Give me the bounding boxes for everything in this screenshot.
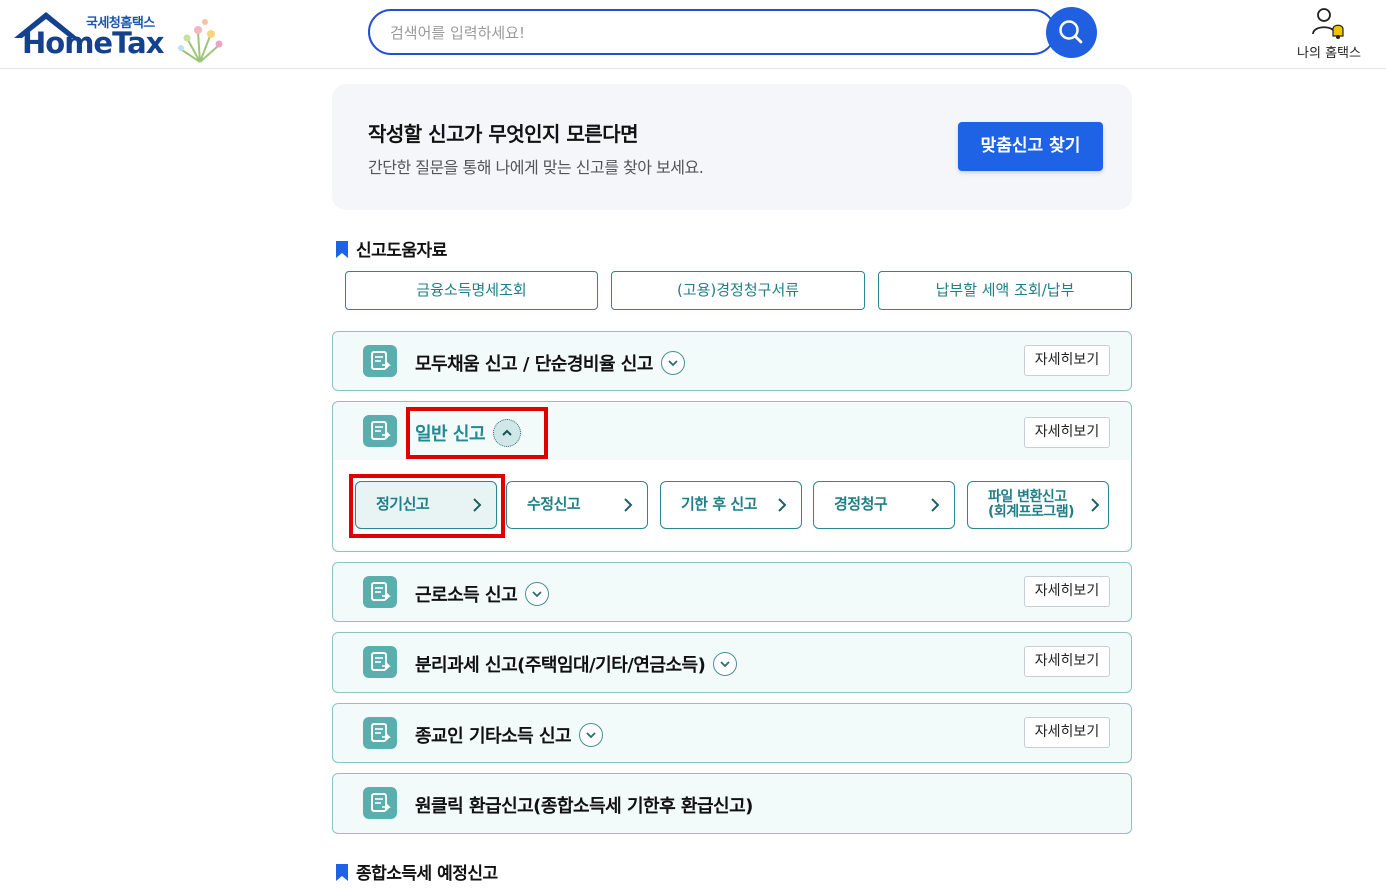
detail-view-button[interactable]: 자세히보기 — [1024, 717, 1110, 748]
card-title-text: 모두채움 신고 / 단순경비율 신고 — [415, 354, 653, 375]
late-report-label: 기한 후 신고 — [681, 495, 757, 513]
amended-report-label: 수정신고 — [527, 495, 581, 513]
expand-toggle-button[interactable] — [713, 652, 738, 676]
bookmark-icon — [336, 241, 348, 258]
correction-claim-button[interactable]: 경정청구 — [813, 481, 955, 529]
detail-view-button[interactable]: 자세히보기 — [1024, 345, 1110, 376]
card-header: 근로소득 신고 자세히보기 — [333, 563, 1130, 621]
regular-report-button[interactable]: 정기신고 — [355, 481, 497, 529]
financial-income-inquiry-button[interactable]: 금융소득명세조회 — [345, 271, 598, 310]
correction-claim-docs-button[interactable]: (고용)경정청구서류 — [611, 271, 865, 310]
expand-toggle-button[interactable] — [525, 582, 550, 606]
detail-view-button[interactable]: 자세히보기 — [1024, 576, 1110, 607]
logo-title: HomeTax — [22, 26, 164, 60]
card-header: 일반 신고 자세히보기 — [333, 402, 1130, 460]
report-card-religious-income: 종교인 기타소득 신고 자세히보기 — [332, 703, 1132, 763]
report-card-simple: 모두채움 신고 / 단순경비율 신고 자세히보기 — [332, 331, 1132, 391]
detail-view-button[interactable]: 자세히보기 — [1024, 417, 1110, 448]
card-title-text: 근로소득 신고 — [415, 585, 518, 606]
report-card-one-click-refund[interactable]: 원클릭 환급신고(종합소득세 기한후 환급신고) — [332, 773, 1132, 834]
help-section-title: 신고도움자료 — [336, 236, 447, 261]
report-document-icon — [363, 415, 397, 447]
card-title: 원클릭 환급신고(종합소득세 기한후 환급신고) — [415, 796, 753, 817]
user-bell-icon — [1312, 8, 1344, 39]
chevron-right-icon — [1091, 498, 1100, 512]
chevron-down-icon — [668, 360, 678, 367]
amended-report-button[interactable]: 수정신고 — [506, 481, 648, 529]
report-document-icon — [363, 787, 397, 819]
my-hometax-label: 나의 홈택스 — [1297, 46, 1361, 61]
bookmark-icon — [336, 864, 348, 881]
help-section-title-text: 신고도움자료 — [356, 241, 447, 261]
top-header: 국세청홈택스 HomeTax 나의 홈택스 — [0, 0, 1386, 69]
chevron-right-icon — [624, 498, 633, 512]
hometax-logo[interactable]: 국세청홈택스 HomeTax — [10, 8, 230, 64]
find-custom-report-button[interactable]: 맞춤신고 찾기 — [958, 122, 1103, 171]
chevron-right-icon — [473, 498, 482, 512]
search-button[interactable] — [1046, 7, 1097, 58]
expand-toggle-button[interactable] — [660, 351, 685, 375]
detail-view-button[interactable]: 자세히보기 — [1024, 646, 1110, 677]
my-hometax-button[interactable]: 나의 홈택스 — [1290, 6, 1368, 62]
card-header: 분리과세 신고(주택임대/기타/연금소득) 자세히보기 — [333, 633, 1130, 691]
card-title-text: 종교인 기타소득 신고 — [415, 726, 572, 747]
expand-toggle-button[interactable] — [579, 723, 604, 747]
card-header: 종교인 기타소득 신고 자세히보기 — [333, 704, 1130, 762]
collapse-toggle-button[interactable] — [493, 419, 522, 447]
banner-title: 작성할 신고가 무엇인지 모른다면 — [368, 122, 639, 146]
chevron-down-icon — [720, 661, 730, 668]
search-input[interactable] — [388, 11, 1032, 54]
file-conversion-report-button[interactable]: 파일 변환신고 (회계프로그램) — [967, 481, 1109, 529]
report-card-general: 일반 신고 자세히보기 정기신고 수정신고 기한 후 신고 경정청구 파일 변환… — [332, 401, 1132, 552]
report-document-icon — [363, 345, 397, 377]
report-document-icon — [363, 717, 397, 749]
file-conversion-report-label: 파일 변환신고 (회계프로그램) — [988, 488, 1075, 520]
tax-payment-inquiry-button[interactable]: 납부할 세액 조회/납부 — [878, 271, 1132, 310]
chevron-right-icon — [778, 498, 787, 512]
card-title: 일반 신고 — [415, 419, 522, 449]
card-title: 근로소득 신고 — [415, 581, 550, 608]
card-title: 모두채움 신고 / 단순경비율 신고 — [415, 350, 685, 377]
regular-report-label: 정기신고 — [376, 495, 430, 513]
custom-report-banner: 작성할 신고가 무엇인지 모른다면 간단한 질문을 통해 나에게 맞는 신고를 … — [332, 84, 1132, 210]
late-report-button[interactable]: 기한 후 신고 — [660, 481, 802, 529]
chevron-right-icon — [931, 498, 940, 512]
search-icon — [1059, 20, 1083, 44]
report-card-earned-income: 근로소득 신고 자세히보기 — [332, 562, 1132, 622]
card-title-text: 일반 신고 — [415, 424, 486, 445]
flower-decoration-icon — [178, 19, 223, 63]
estimated-report-section-title: 종합소득세 예정신고 — [336, 859, 498, 884]
card-title: 종교인 기타소득 신고 — [415, 722, 604, 749]
card-header: 원클릭 환급신고(종합소득세 기한후 환급신고) — [333, 774, 1130, 832]
card-title: 분리과세 신고(주택임대/기타/연금소득) — [415, 651, 738, 678]
estimated-report-section-title-text: 종합소득세 예정신고 — [356, 864, 498, 884]
card-title-text: 분리과세 신고(주택임대/기타/연금소득) — [415, 655, 706, 676]
banner-description: 간단한 질문을 통해 나에게 맞는 신고를 찾아 보세요. — [368, 158, 704, 177]
card-header: 모두채움 신고 / 단순경비율 신고 자세히보기 — [333, 332, 1130, 390]
report-card-separate-tax: 분리과세 신고(주택임대/기타/연금소득) 자세히보기 — [332, 632, 1132, 693]
correction-claim-label: 경정청구 — [834, 495, 888, 513]
report-document-icon — [363, 576, 397, 608]
chevron-down-icon — [586, 732, 596, 739]
chevron-down-icon — [532, 591, 542, 598]
report-document-icon — [363, 646, 397, 678]
search-box — [368, 9, 1056, 55]
general-report-options: 정기신고 수정신고 기한 후 신고 경정청구 파일 변환신고 (회계프로그램) — [333, 460, 1130, 550]
chevron-up-icon — [502, 429, 512, 436]
